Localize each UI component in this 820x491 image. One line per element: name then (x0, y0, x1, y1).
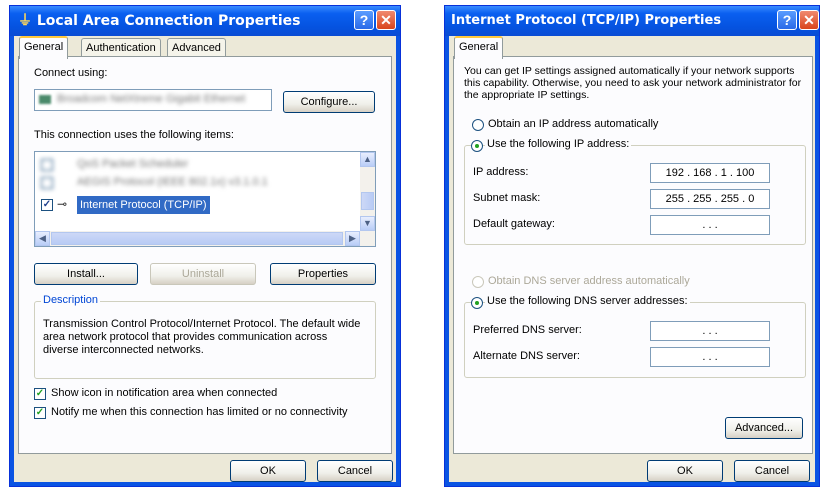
default-gateway-label: Default gateway: (473, 218, 555, 230)
show-icon-checkbox[interactable]: ✓ (34, 388, 46, 400)
scroll-thumb-horizontal[interactable] (51, 232, 343, 245)
close-button[interactable]: ✕ (799, 10, 819, 30)
description-text: Transmission Control Protocol/Internet P… (43, 318, 361, 356)
use-following-dns-radio[interactable] (471, 297, 483, 309)
item-checkbox[interactable] (41, 177, 53, 189)
intro-text: You can get IP settings assigned automat… (464, 65, 802, 101)
help-button[interactable]: ? (777, 10, 797, 30)
properties-button[interactable]: Properties (270, 263, 376, 285)
item-checkbox[interactable] (41, 159, 53, 171)
network-connection-icon: ⏚ (18, 13, 32, 29)
item-label: AEGIS Protocol (IEEE 802.1x) v3.1.0.1 (77, 176, 268, 188)
uninstall-button: Uninstall (150, 263, 256, 285)
description-group: Description Transmission Control Protoco… (34, 294, 376, 379)
adapter-name-field: Broadcom NetXtreme Gigabit Ethernet (34, 89, 272, 111)
install-button[interactable]: Install... (34, 263, 138, 285)
title-bar[interactable]: Internet Protocol (TCP/IP) Properties ? … (445, 6, 819, 36)
obtain-ip-auto-radio[interactable] (472, 119, 484, 131)
ip-address-label: IP address: (473, 166, 529, 178)
general-tab-panel: You can get IP settings assigned automat… (453, 56, 813, 454)
items-label: This connection uses the following items… (34, 129, 234, 141)
alternate-dns-label: Alternate DNS server: (473, 350, 580, 362)
tab-general[interactable]: General (19, 36, 69, 59)
tab-advanced[interactable]: Advanced (167, 38, 226, 57)
adapter-name: Broadcom NetXtreme Gigabit Ethernet (57, 93, 246, 105)
title-bar[interactable]: ⏚ Local Area Connection Properties ? ✕ (10, 6, 400, 36)
subnet-mask-label: Subnet mask: (473, 192, 541, 204)
use-following-ip-radio[interactable] (471, 140, 483, 152)
window-title: Internet Protocol (TCP/IP) Properties (451, 13, 722, 28)
dialog-client: General You can get IP settings assigned… (449, 36, 815, 482)
dialog-client: General Authentication Advanced Connect … (14, 36, 396, 482)
close-button[interactable]: ✕ (376, 10, 396, 30)
scroll-thumb[interactable] (361, 192, 374, 210)
help-button[interactable]: ? (354, 10, 374, 30)
show-icon-label: Show icon in notification area when conn… (51, 387, 278, 399)
default-gateway-field[interactable]: . . . (650, 215, 770, 235)
item-label: QoS Packet Scheduler (77, 158, 189, 170)
preferred-dns-field[interactable]: . . . (650, 321, 770, 341)
network-protocol-icon: ⊸ (57, 197, 68, 211)
ip-address-group: Use the following IP address: IP address… (464, 138, 806, 245)
ok-button[interactable]: OK (647, 460, 723, 482)
general-tab-panel: Connect using: Broadcom NetXtreme Gigabi… (18, 56, 392, 454)
scroll-right-button[interactable]: ▶ (345, 231, 360, 246)
subnet-mask-field[interactable]: 255 . 255 . 255 . 0 (650, 189, 770, 209)
advanced-button[interactable]: Advanced... (725, 417, 803, 439)
obtain-dns-auto-label: Obtain DNS server address automatically (488, 275, 690, 287)
vertical-scrollbar[interactable]: ▲ ▼ (360, 152, 375, 231)
alternate-dns-field[interactable]: . . . (650, 347, 770, 367)
configure-button[interactable]: Configure... (283, 91, 375, 113)
use-following-ip-label: Use the following IP address: (485, 138, 632, 150)
local-area-connection-properties-window: ⏚ Local Area Connection Properties ? ✕ G… (9, 5, 401, 487)
tab-authentication[interactable]: Authentication (81, 38, 161, 57)
scroll-up-button[interactable]: ▲ (360, 152, 375, 167)
connect-using-label: Connect using: (34, 67, 108, 79)
obtain-dns-auto-radio (472, 276, 484, 288)
tcpip-properties-window: Internet Protocol (TCP/IP) Properties ? … (444, 5, 820, 487)
list-item[interactable]: QoS Packet Scheduler (39, 156, 359, 174)
components-list[interactable]: QoS Packet Scheduler AEGIS Protocol (IEE… (34, 151, 376, 247)
window-title: Local Area Connection Properties (36, 13, 301, 29)
obtain-ip-auto-label: Obtain an IP address automatically (488, 118, 659, 130)
notify-checkbox[interactable]: ✓ (34, 407, 46, 419)
ok-button[interactable]: OK (230, 460, 306, 482)
use-following-dns-label: Use the following DNS server addresses: (485, 295, 690, 307)
ip-address-field[interactable]: 192 . 168 . 1 . 100 (650, 163, 770, 183)
dns-group: Use the following DNS server addresses: … (464, 295, 806, 378)
scroll-down-button[interactable]: ▼ (360, 216, 375, 231)
adapter-icon (39, 95, 51, 104)
cancel-button[interactable]: Cancel (317, 460, 393, 482)
tab-general[interactable]: General (454, 36, 504, 59)
preferred-dns-label: Preferred DNS server: (473, 324, 582, 336)
description-legend: Description (41, 294, 101, 306)
horizontal-scrollbar[interactable]: ◀ ▶ (35, 231, 375, 246)
item-checkbox[interactable]: ✓ (41, 199, 53, 211)
scroll-left-button[interactable]: ◀ (35, 231, 50, 246)
list-item-selected[interactable]: ✓ ⊸ Internet Protocol (TCP/IP) (39, 196, 359, 214)
cancel-button[interactable]: Cancel (734, 460, 810, 482)
item-label: Internet Protocol (TCP/IP) (77, 196, 210, 214)
notify-label: Notify me when this connection has limit… (51, 406, 348, 418)
list-item[interactable]: AEGIS Protocol (IEEE 802.1x) v3.1.0.1 (39, 174, 359, 192)
